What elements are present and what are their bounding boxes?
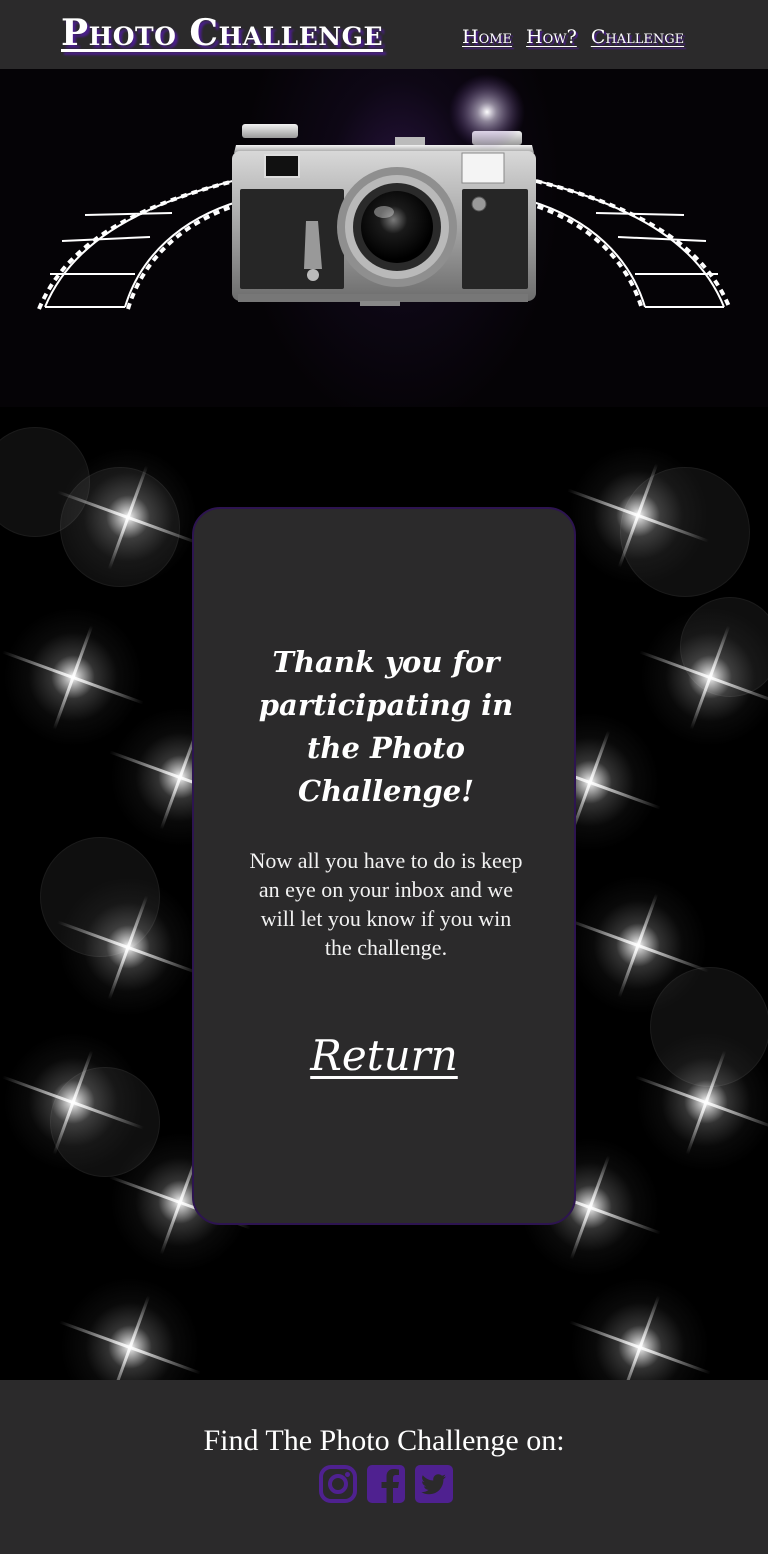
sparkle	[60, 1277, 200, 1380]
hero-banner	[0, 69, 768, 407]
sparkle	[570, 1277, 710, 1380]
sparkle	[568, 445, 708, 585]
nav-link-challenge[interactable]: Challenge	[591, 26, 684, 48]
return-link[interactable]: Return	[194, 1031, 574, 1080]
instagram-icon[interactable]	[318, 1464, 358, 1504]
thank-you-message: Now all you have to do is keep an eye on…	[249, 848, 523, 960]
site-footer: Find The Photo Challenge on:	[0, 1380, 768, 1554]
nav-link-home[interactable]: Home	[462, 26, 512, 48]
sparkle	[640, 607, 768, 747]
footer-heading: Find The Photo Challenge on:	[203, 1424, 565, 1457]
sparkle	[3, 607, 143, 747]
site-header: Photo Challenge Home How? Challenge	[0, 0, 768, 69]
main-nav: Home How? Challenge	[462, 26, 684, 48]
camera-illustration	[37, 74, 732, 310]
sparkle	[636, 1032, 768, 1172]
film-strip-right	[526, 178, 732, 310]
twitter-icon[interactable]	[414, 1464, 454, 1504]
thank-you-heading: Thank you for participating in the Photo…	[258, 645, 514, 808]
brand-logo-link[interactable]: Photo Challenge	[61, 12, 383, 54]
sparkle	[568, 875, 708, 1015]
facebook-icon[interactable]	[366, 1464, 406, 1504]
nav-link-how[interactable]: How?	[526, 26, 577, 48]
social-links	[318, 1464, 454, 1504]
sparkle	[3, 1032, 143, 1172]
sparkle	[58, 447, 198, 587]
sparkle	[58, 877, 198, 1017]
thank-you-card: Thank you for participating in the Photo…	[192, 507, 576, 1225]
film-strip-left	[37, 178, 244, 310]
